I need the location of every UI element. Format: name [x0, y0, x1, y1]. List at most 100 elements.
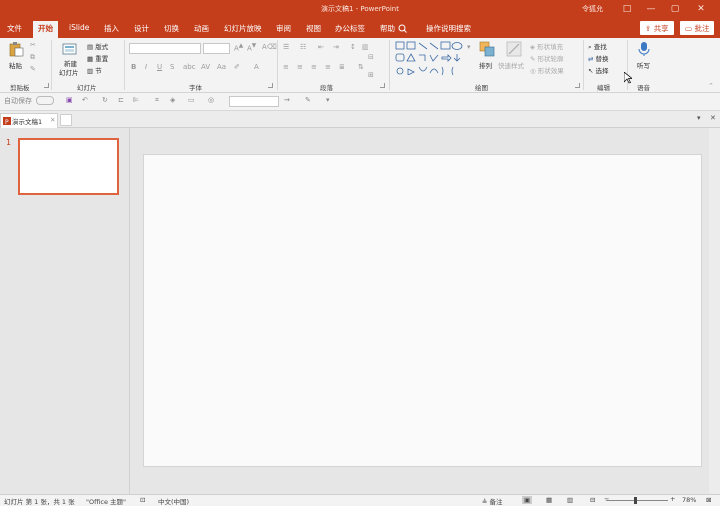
font-launcher-icon[interactable]: [268, 83, 273, 88]
justify-icon[interactable]: ≡: [325, 63, 331, 71]
accessibility-icon[interactable]: ⊡: [140, 496, 145, 504]
highlight-icon[interactable]: ✐: [234, 63, 240, 71]
shadow-button[interactable]: S: [170, 63, 174, 71]
undo-icon[interactable]: ↶: [82, 96, 88, 104]
numbering-icon[interactable]: ☷: [300, 43, 306, 51]
fill-color-icon[interactable]: ◈: [170, 96, 175, 104]
font-family-select[interactable]: [129, 43, 201, 54]
close-tab-icon[interactable]: ✕: [50, 116, 55, 124]
section-button[interactable]: ▥ 节: [87, 65, 102, 75]
zoom-out-icon[interactable]: −: [604, 495, 609, 503]
change-case-icon[interactable]: Aa: [217, 63, 226, 71]
reset-button[interactable]: ▦ 重置: [87, 53, 108, 63]
normal-view-icon[interactable]: ▣: [522, 496, 533, 504]
increase-font-icon[interactable]: A▲: [234, 43, 243, 52]
minimize-icon[interactable]: —: [644, 2, 658, 16]
tab-view[interactable]: 视图: [306, 23, 321, 34]
distributed-icon[interactable]: ≣: [339, 63, 345, 71]
decrease-indent-icon[interactable]: ⇤: [318, 43, 324, 51]
reading-view-icon[interactable]: ▥: [567, 496, 573, 504]
slide-canvas[interactable]: [143, 154, 702, 467]
tab-slideshow[interactable]: 幻灯片放映: [224, 23, 262, 34]
align-center-icon[interactable]: ≡: [297, 63, 303, 71]
customize-qat-icon[interactable]: ▾: [326, 96, 330, 104]
format-painter-icon[interactable]: ✎: [30, 65, 36, 73]
zoom-slider[interactable]: [606, 500, 668, 501]
shapes-more-icon[interactable]: ▾: [467, 43, 471, 51]
tab-transitions[interactable]: 切换: [164, 23, 179, 34]
tab-design[interactable]: 设计: [134, 23, 149, 34]
qat-edit-icon[interactable]: ✎: [305, 96, 311, 104]
arrange-icon[interactable]: [479, 41, 495, 57]
bold-button[interactable]: B: [131, 63, 136, 71]
ribbon-display-icon[interactable]: □: [620, 2, 634, 16]
tab-animations[interactable]: 动画: [194, 23, 209, 34]
new-tab-button[interactable]: [60, 114, 72, 126]
increase-indent-icon[interactable]: ⇥: [333, 43, 339, 51]
fit-slide-icon[interactable]: ⊠: [706, 496, 711, 504]
arrange-button[interactable]: 排列: [479, 60, 492, 70]
close-icon[interactable]: ✕: [694, 2, 708, 16]
replace-button[interactable]: ⇄ 替换: [588, 53, 609, 63]
user-name[interactable]: 令狐允: [582, 4, 603, 14]
share-button[interactable]: ⇪ 共享: [640, 21, 674, 35]
cut-icon[interactable]: ✂: [30, 41, 36, 49]
slideshow-icon[interactable]: ⊟: [590, 496, 595, 504]
paste-icon[interactable]: [8, 41, 24, 57]
tab-review[interactable]: 审阅: [276, 23, 291, 34]
quick-styles-icon[interactable]: [506, 41, 522, 57]
new-slide-dropdown[interactable]: 幻灯片: [59, 67, 79, 77]
tab-home[interactable]: 开始: [33, 21, 58, 38]
decrease-font-icon[interactable]: A▼: [247, 43, 256, 52]
paste-button[interactable]: 粘贴: [9, 60, 22, 70]
language-status[interactable]: 中文(中国): [158, 496, 189, 506]
close-all-icon[interactable]: ✕: [710, 114, 716, 122]
collapse-ribbon-icon[interactable]: ⌃: [708, 82, 714, 90]
save-icon[interactable]: ▣: [66, 96, 73, 104]
tab-file[interactable]: 文件: [7, 23, 22, 34]
align-left-icon[interactable]: ≡: [283, 63, 289, 71]
tell-me-search[interactable]: 操作说明搜索: [426, 23, 471, 34]
tab-islide[interactable]: iSlide: [69, 23, 89, 32]
tab-list-icon[interactable]: ▾: [697, 114, 701, 122]
quick-styles-button[interactable]: 快速样式: [498, 60, 524, 70]
char-spacing-icon[interactable]: AV: [201, 63, 210, 71]
line-spacing-icon[interactable]: ↕: [350, 43, 356, 51]
clipboard-launcher-icon[interactable]: [44, 83, 49, 88]
italic-button[interactable]: I: [145, 63, 147, 71]
zoom-level[interactable]: 78%: [682, 496, 696, 504]
clear-format-icon[interactable]: A⌫: [262, 43, 277, 51]
slide-thumbnail[interactable]: [18, 138, 119, 195]
notes-button[interactable]: ≜ 备注: [482, 496, 503, 506]
shape-outline-button[interactable]: ✎ 形状轮廓: [530, 53, 564, 63]
slide-sorter-icon[interactable]: ▦: [546, 496, 552, 504]
layout-button[interactable]: ▤ 版式: [87, 41, 108, 51]
align-right-icon[interactable]: ≡: [311, 63, 317, 71]
smartart-icon[interactable]: ⊞: [368, 71, 374, 79]
autosave-toggle[interactable]: [36, 96, 54, 105]
new-slide-icon[interactable]: [62, 41, 78, 57]
align-objects-icon[interactable]: ⊫: [133, 96, 139, 104]
strikethrough-icon[interactable]: abc: [183, 63, 196, 71]
crop-icon[interactable]: ⌗: [155, 96, 159, 105]
drawing-launcher-icon[interactable]: [575, 83, 580, 88]
shapes-gallery[interactable]: [395, 41, 467, 75]
vertical-scrollbar[interactable]: [709, 128, 720, 494]
font-size-select[interactable]: [203, 43, 230, 54]
start-from-beginning-icon[interactable]: ⊏: [118, 96, 124, 104]
lightbulb-search-icon[interactable]: [398, 24, 407, 33]
find-button[interactable]: ⌕ 查找: [588, 41, 607, 52]
align-text-icon[interactable]: ⊟: [368, 53, 374, 61]
maximize-icon[interactable]: ▢: [668, 2, 682, 16]
microphone-icon[interactable]: [636, 41, 652, 57]
qat-link-icon[interactable]: ⇝: [284, 96, 290, 104]
tab-help[interactable]: 帮助: [380, 23, 395, 34]
qat-font-select[interactable]: [229, 96, 279, 107]
redo-icon[interactable]: ↻: [102, 96, 108, 104]
underline-button[interactable]: U: [157, 63, 162, 71]
comment-button[interactable]: ▭ 批注: [680, 21, 715, 35]
tab-insert[interactable]: 插入: [104, 23, 119, 34]
columns-icon[interactable]: ▥: [362, 43, 369, 51]
shape-outline-icon[interactable]: ▭: [188, 96, 195, 104]
zoom-in-icon[interactable]: +: [670, 495, 675, 503]
